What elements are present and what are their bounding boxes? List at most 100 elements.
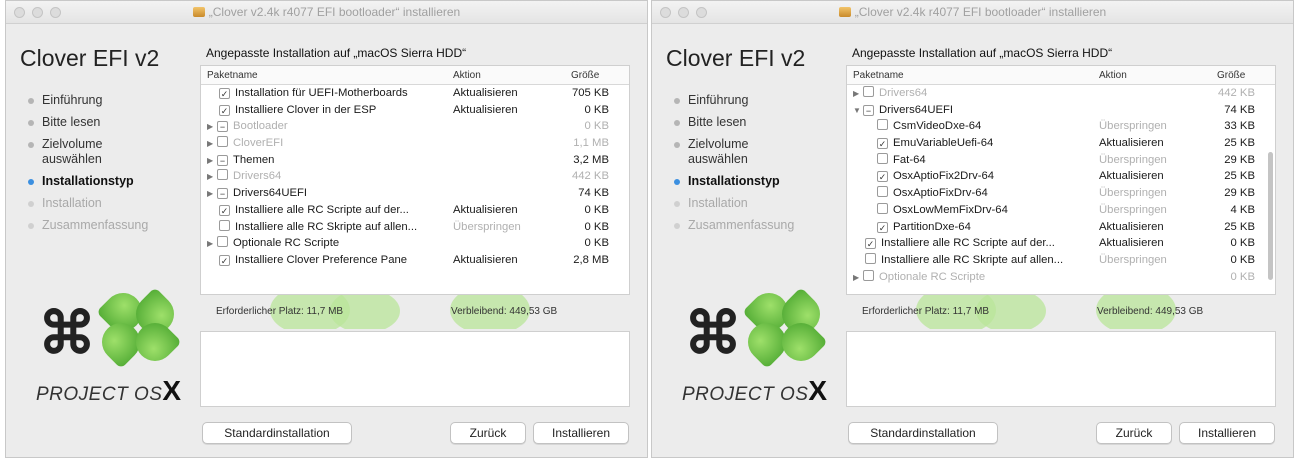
install-button[interactable]: Installieren (533, 422, 629, 444)
package-checkbox[interactable]: ✓ (865, 238, 876, 250)
package-action-cell: Aktualisieren (453, 253, 518, 266)
package-checkbox[interactable]: ✓ (219, 88, 230, 99)
package-checkbox[interactable]: ✓ (219, 104, 230, 116)
package-checkbox[interactable] (877, 119, 888, 131)
table-row[interactable]: ✓ OsxAptioFix2Drv-64 Aktualisieren 25 KB (847, 168, 1275, 185)
package-checkbox[interactable] (863, 86, 874, 97)
table-row[interactable]: OsxLowMemFixDrv-64 Überspringen 4 KB (847, 202, 1275, 219)
column-header-action[interactable]: Aktion (1099, 70, 1127, 81)
disclosure-closed-icon[interactable]: ▶ (853, 270, 863, 286)
package-name-cell: OsxAptioFixDrv-64 (877, 185, 1089, 201)
package-checkbox[interactable] (877, 152, 888, 164)
package-label: CsmVideoDxe-64 (893, 120, 982, 133)
disclosure-closed-icon[interactable]: ▶ (207, 236, 217, 252)
package-checkbox[interactable]: − (863, 104, 874, 116)
table-row[interactable]: ▶ − Themen 3,2 MB (201, 152, 629, 169)
package-label: PartitionDxe-64 (893, 220, 971, 233)
package-label: Drivers64 (879, 87, 928, 99)
table-row[interactable]: ▶ − Bootloader 0 KB (201, 118, 629, 135)
package-table[interactable]: Paketname Aktion Größe ✓ Installation für… (200, 65, 630, 295)
package-action-cell: Aktualisieren (453, 87, 518, 99)
package-label: OsxAptioFix2Drv-64 (893, 170, 995, 183)
disclosure-closed-icon[interactable]: ▶ (207, 119, 217, 135)
table-row[interactable]: ▶ Optionale RC Scripte 0 KB (201, 235, 629, 252)
package-checkbox[interactable]: ✓ (877, 138, 888, 150)
package-action-cell: Überspringen (1099, 153, 1167, 166)
package-name-cell: ✓ Installiere Clover in der ESP (219, 102, 443, 118)
table-row[interactable]: ▶ − Drivers64UEFI 74 KB (201, 185, 629, 202)
package-checkbox[interactable] (877, 202, 888, 214)
table-row[interactable]: ✓ Installation für UEFI-Motherboards Aktua… (201, 85, 629, 102)
package-name-cell: ▶ Optionale RC Scripte (207, 235, 443, 252)
package-checkbox[interactable] (877, 186, 888, 198)
table-row[interactable]: ▶ CloverEFI 1,1 MB (201, 135, 629, 152)
step-bullet-icon (28, 201, 34, 207)
table-row[interactable]: ✓ PartitionDxe-64 Aktualisieren 25 KB (847, 219, 1275, 236)
table-row[interactable]: OsxAptioFixDrv-64 Überspringen 29 KB (847, 185, 1275, 202)
back-button[interactable]: Zurück (450, 422, 526, 444)
disclosure-closed-icon[interactable]: ▶ (207, 169, 217, 185)
table-row[interactable]: ▶ Drivers64 442 KB (847, 85, 1275, 102)
package-checkbox[interactable] (219, 219, 230, 231)
package-size-cell: 705 KB (571, 87, 609, 99)
package-name-cell: ▶ − Bootloader (207, 118, 443, 135)
table-row[interactable]: CsmVideoDxe-64 Überspringen 33 KB (847, 118, 1275, 135)
table-row[interactable]: ✓ Installiere alle RC Scripte auf der... A… (847, 235, 1275, 252)
table-row[interactable]: ✓ Installiere alle RC Scripte auf der... A… (201, 202, 629, 219)
step-item: Installation (672, 196, 842, 211)
step-item: Bitte lesen (26, 115, 196, 130)
table-row[interactable]: ▼ − Drivers64UEFI 74 KB (847, 102, 1275, 119)
disclosure-closed-icon[interactable]: ▶ (207, 186, 217, 202)
package-label: Installation für UEFI-Motherboards (235, 87, 408, 99)
table-row[interactable]: ▶ Optionale RC Scripte 0 KB (847, 269, 1275, 286)
package-label: Drivers64 (233, 170, 282, 183)
package-checkbox[interactable]: − (217, 154, 228, 166)
disclosure-closed-icon[interactable]: ▶ (853, 86, 863, 102)
step-bullet-icon (674, 120, 680, 126)
package-action-cell: Aktualisieren (1099, 220, 1164, 233)
column-header-action[interactable]: Aktion (453, 70, 481, 81)
package-checkbox[interactable]: ✓ (877, 221, 888, 233)
package-checkbox[interactable]: − (217, 188, 228, 200)
package-checkbox[interactable]: ✓ (877, 171, 888, 183)
table-row[interactable]: Installiere alle RC Skripte auf allen...… (847, 252, 1275, 269)
install-button[interactable]: Installieren (1179, 422, 1275, 444)
step-bullet-icon (674, 179, 680, 185)
package-label: Installiere alle RC Scripte auf der... (235, 203, 409, 216)
standard-install-button[interactable]: Standardinstallation (202, 422, 352, 444)
steps-list: Einführung Bitte lesen Zielvolume auswäh… (26, 93, 196, 240)
title-bar: „Clover v2.4k r4077 EFI bootloader“ inst… (652, 1, 1293, 24)
table-row[interactable]: Fat-64 Überspringen 29 KB (847, 152, 1275, 169)
package-checkbox[interactable] (217, 169, 228, 181)
disclosure-closed-icon[interactable]: ▶ (207, 136, 217, 152)
package-checkbox[interactable]: ✓ (219, 254, 230, 266)
column-header-name[interactable]: Paketname (207, 70, 258, 81)
disclosure-open-icon[interactable]: ▼ (853, 103, 863, 119)
table-row[interactable]: ▶ Drivers64 442 KB (201, 168, 629, 185)
package-action-cell: Überspringen (1099, 203, 1167, 216)
table-row[interactable]: ✓ Installiere Clover Preference Pane Aktua… (201, 252, 629, 269)
package-checkbox[interactable] (865, 252, 876, 264)
package-name-cell: ▶ Drivers64 (207, 168, 443, 185)
package-checkbox[interactable]: − (217, 121, 228, 133)
table-scrollbar[interactable] (1268, 152, 1273, 280)
package-checkbox[interactable] (863, 269, 874, 281)
column-header-size[interactable]: Größe (571, 70, 599, 81)
table-row[interactable]: Installiere alle RC Skripte auf allen...… (201, 219, 629, 236)
back-button[interactable]: Zurück (1096, 422, 1172, 444)
disclosure-closed-icon[interactable]: ▶ (207, 153, 217, 169)
step-item: Einführung (26, 93, 196, 108)
table-row[interactable]: ✓ EmuVariableUefi-64 Aktualisieren 25 KB (847, 135, 1275, 152)
table-row[interactable]: ✓ Installiere Clover in der ESP Aktualisie… (201, 102, 629, 119)
clover-leaf-icon (740, 285, 832, 371)
column-header-size[interactable]: Größe (1217, 70, 1245, 81)
package-checkbox[interactable] (217, 236, 228, 248)
logo-wordmark: PROJECT OSX (36, 375, 182, 406)
package-name-cell: OsxLowMemFixDrv-64 (877, 202, 1089, 218)
package-name-cell: ✓ PartitionDxe-64 (877, 219, 1089, 235)
package-checkbox[interactable]: ✓ (219, 204, 230, 216)
package-checkbox[interactable] (217, 136, 228, 148)
column-header-name[interactable]: Paketname (853, 70, 904, 81)
standard-install-button[interactable]: Standardinstallation (848, 422, 998, 444)
package-table[interactable]: Paketname Aktion Größe ▶ Drivers64 442 KB ▼… (846, 65, 1276, 295)
